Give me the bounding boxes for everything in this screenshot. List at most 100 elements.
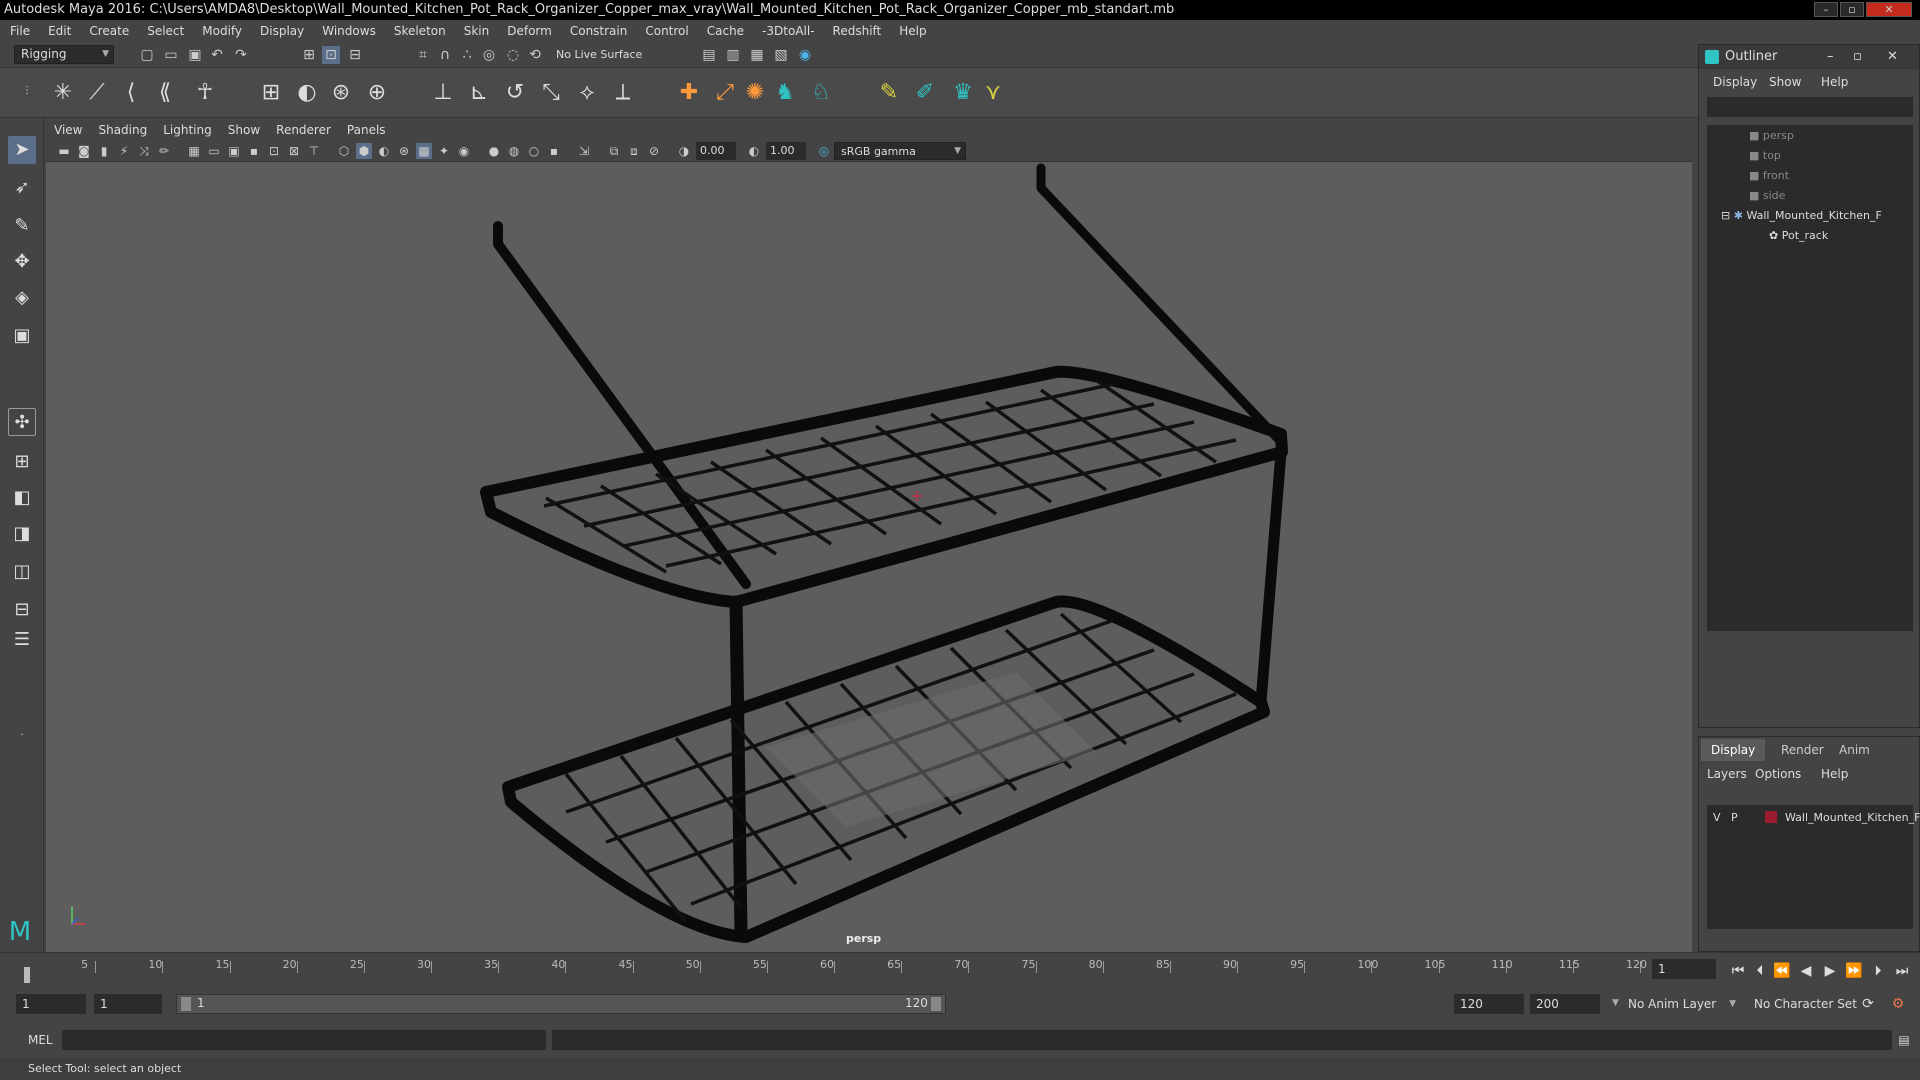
command-input[interactable]: [62, 1030, 546, 1050]
lasso-tool-icon[interactable]: ➶: [8, 174, 36, 202]
xray-components-icon[interactable]: ⊘: [646, 143, 662, 159]
bookmark-icon[interactable]: ▮: [96, 143, 112, 159]
wrap-deformer-icon[interactable]: ♘: [806, 78, 836, 108]
menu-edit[interactable]: Edit: [48, 24, 71, 38]
joint-tool-icon[interactable]: ✳: [48, 78, 78, 108]
single-view-icon[interactable]: ✣: [8, 408, 36, 436]
pole-vector-icon[interactable]: ⟂: [608, 78, 638, 108]
layout-custom-icon[interactable]: ⊟: [8, 596, 36, 624]
outliner-item-pot-rack[interactable]: ✿ Pot_rack: [1769, 229, 1828, 242]
orient-constraint-icon[interactable]: ↺: [500, 78, 530, 108]
menu-file[interactable]: File: [10, 24, 30, 38]
outliner-menu-show[interactable]: Show: [1769, 75, 1801, 89]
mode-dropdown[interactable]: Rigging ▼: [14, 45, 114, 64]
motion-blur-icon[interactable]: ◍: [506, 143, 522, 159]
layer-visibility-toggle[interactable]: V: [1713, 811, 1721, 824]
grease-pencil-icon[interactable]: ✏: [156, 143, 172, 159]
outliner-item-top[interactable]: ■ top: [1749, 149, 1781, 162]
muscle-icon[interactable]: ♛: [948, 78, 978, 108]
outliner-persp-icon[interactable]: ◨: [8, 520, 36, 548]
close-icon[interactable]: ✕: [1887, 45, 1898, 69]
film-gate-icon[interactable]: ▭: [206, 143, 222, 159]
range-start-handle[interactable]: [181, 997, 191, 1011]
go-to-start-icon[interactable]: ⏮: [1728, 961, 1748, 981]
menu-skeleton[interactable]: Skeleton: [394, 24, 446, 38]
scale-tool-icon[interactable]: ▣: [8, 322, 36, 350]
panel-menu-renderer[interactable]: Renderer: [276, 123, 331, 137]
four-view-icon[interactable]: ⊞: [8, 448, 36, 476]
prev-key-icon[interactable]: ⏪: [1772, 961, 1792, 981]
color-management-icon[interactable]: ◎: [816, 143, 832, 159]
tab-anim[interactable]: Anim: [1829, 739, 1880, 761]
paint-select-icon[interactable]: ✎: [8, 212, 36, 240]
color-space-dropdown[interactable]: sRGB gamma ▼: [834, 142, 966, 160]
anim-layer-dropdown[interactable]: No Anim Layer ▼: [1622, 994, 1738, 1014]
point-constraint-icon[interactable]: ⊥: [428, 78, 458, 108]
tab-render[interactable]: Render: [1771, 739, 1834, 761]
step-forward-icon[interactable]: ⏵: [1868, 961, 1888, 981]
outliner-menu-display[interactable]: Display: [1713, 75, 1757, 89]
image-plane-icon[interactable]: ⚡: [116, 143, 132, 159]
grid-icon[interactable]: ▦: [186, 143, 202, 159]
snap-surface-icon[interactable]: ◌: [504, 46, 522, 64]
field-chart-icon[interactable]: ⊡: [266, 143, 282, 159]
xray-joints-icon[interactable]: ⧈: [626, 143, 642, 159]
soft-mod-icon[interactable]: ✺: [740, 78, 770, 108]
next-key-icon[interactable]: ⏩: [1844, 961, 1864, 981]
menu-deform[interactable]: Deform: [507, 24, 552, 38]
parent-constraint-icon[interactable]: ⟡: [572, 78, 602, 108]
aim-constraint-icon[interactable]: ⊾: [464, 78, 494, 108]
anti-aliasing-icon[interactable]: ○: [526, 143, 542, 159]
gamma-field[interactable]: 1.00: [766, 142, 806, 160]
menu-control[interactable]: Control: [645, 24, 688, 38]
close-icon[interactable]: ✕: [1866, 2, 1912, 17]
outliner-item-group[interactable]: ⊟ ✱ Wall_Mounted_Kitchen_F: [1721, 209, 1882, 222]
snap-live-icon[interactable]: ⟲: [526, 46, 544, 64]
open-scene-icon[interactable]: ▭: [162, 46, 180, 64]
snap-grid-icon[interactable]: ⌗: [414, 46, 432, 64]
insert-joint-icon[interactable]: ⟪: [150, 78, 180, 108]
select-hierarchy-icon[interactable]: ⊞: [300, 46, 318, 64]
menu-select[interactable]: Select: [147, 24, 184, 38]
gamma-icon[interactable]: ◐: [746, 143, 762, 159]
hypershade-icon[interactable]: ◉: [796, 46, 814, 64]
exposure-field[interactable]: 0.00: [696, 142, 736, 160]
layer-menu-options[interactable]: Options: [1755, 767, 1801, 781]
menu-create[interactable]: Create: [89, 24, 129, 38]
isolate-select-icon[interactable]: ⇲: [576, 143, 592, 159]
move-tool-icon[interactable]: ✥: [8, 248, 36, 276]
side-by-side-icon[interactable]: ◧: [8, 484, 36, 512]
shelf-options-icon[interactable]: ⋮: [18, 82, 36, 100]
lights-icon[interactable]: ✦: [436, 143, 452, 159]
tab-display[interactable]: Display: [1701, 739, 1766, 761]
gate-mask-icon[interactable]: ▪: [246, 143, 262, 159]
scale-constraint-icon[interactable]: ⤡: [536, 78, 566, 108]
save-scene-icon[interactable]: ▣: [186, 46, 204, 64]
range-bar[interactable]: 1 120: [176, 994, 946, 1014]
outliner-menu-help[interactable]: Help: [1821, 75, 1848, 89]
locator-icon[interactable]: ✚: [674, 78, 704, 108]
wireframe-on-shaded-icon[interactable]: ⊛: [396, 143, 412, 159]
safe-title-icon[interactable]: ⊤: [306, 143, 322, 159]
lattice-icon[interactable]: ⊛: [326, 78, 356, 108]
blend-shape-icon[interactable]: ♞: [770, 78, 800, 108]
rotate-tool-icon[interactable]: ◈: [8, 284, 36, 312]
panel-menu-view[interactable]: View: [54, 123, 82, 137]
current-frame-field[interactable]: 1: [1652, 959, 1716, 979]
viewport-persp[interactable]: .r{fill:none;stroke:#0a0a0a;stroke-linec…: [46, 162, 1692, 952]
select-component-icon[interactable]: ⊟: [346, 46, 364, 64]
script-language-label[interactable]: MEL: [28, 1033, 53, 1047]
safe-action-icon[interactable]: ⊠: [286, 143, 302, 159]
camera-attributes-icon[interactable]: ◙: [76, 143, 92, 159]
select-object-icon[interactable]: ⊡: [322, 46, 340, 64]
resolution-gate-icon[interactable]: ▣: [226, 143, 242, 159]
undo-icon[interactable]: ↶: [208, 46, 226, 64]
layer-menu-layers[interactable]: Layers: [1707, 767, 1747, 781]
select-tool-icon[interactable]: ➤: [8, 136, 36, 164]
bind-skin-icon[interactable]: ⊞: [256, 78, 286, 108]
menu-display[interactable]: Display: [260, 24, 304, 38]
end-frame-field[interactable]: 200: [1530, 994, 1600, 1014]
minimize-icon[interactable]: –: [1827, 45, 1834, 69]
menu-redshift[interactable]: Redshift: [833, 24, 882, 38]
smooth-shade-icon[interactable]: ⬢: [356, 143, 372, 159]
